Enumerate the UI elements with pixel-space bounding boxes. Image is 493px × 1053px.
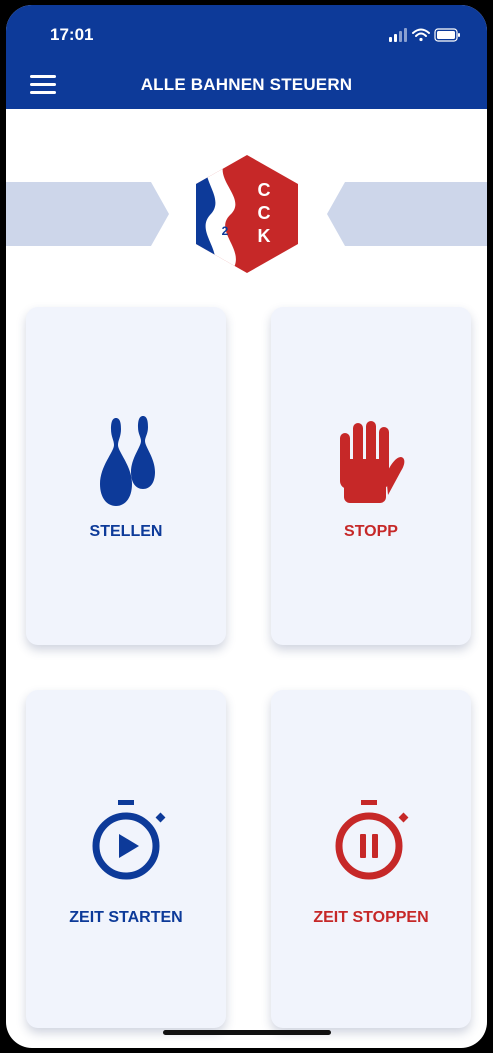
page-title: ALLE BAHNEN STEUERN — [140, 75, 353, 94]
banner-right-arrow — [327, 182, 487, 246]
signal-icon — [389, 28, 407, 42]
logo-letter: C — [258, 180, 271, 200]
logo-letter: C — [258, 203, 271, 223]
banner-left-arrow — [6, 182, 169, 246]
home-indicator[interactable] — [163, 1030, 331, 1035]
zeit-starten-button[interactable]: ZEIT STARTEN — [26, 690, 226, 1028]
zeit-starten-label: ZEIT STARTEN — [69, 909, 183, 926]
stellen-label: STELLEN — [89, 523, 163, 540]
stopwatch-pause-icon — [335, 800, 409, 880]
stopp-button[interactable]: STOPP — [271, 307, 471, 645]
app-header: 17:01 ALLE BAHNEN STEUERN — [6, 5, 487, 109]
logo-letter: K — [258, 226, 271, 246]
battery-icon — [434, 28, 460, 42]
status-time: 17:01 — [50, 25, 94, 44]
stopwatch-play-icon — [92, 800, 166, 880]
phone-screen: 17:01 ALLE BAHNEN STEUERN 2 C C K STELLE… — [6, 5, 487, 1048]
zeit-stoppen-button[interactable]: ZEIT STOPPEN — [271, 690, 471, 1028]
wifi-icon — [412, 28, 430, 42]
stopp-label: STOPP — [344, 523, 398, 540]
bowling-pins-icon — [100, 416, 155, 506]
stop-hand-icon — [340, 421, 405, 503]
logo-number: 2 — [222, 224, 229, 238]
status-icons — [389, 28, 460, 42]
stellen-button[interactable]: STELLEN — [26, 307, 226, 645]
club-banner: 2 C C K — [6, 155, 487, 273]
zeit-stoppen-label: ZEIT STOPPEN — [313, 909, 429, 926]
club-logo: 2 C C K — [196, 155, 298, 273]
